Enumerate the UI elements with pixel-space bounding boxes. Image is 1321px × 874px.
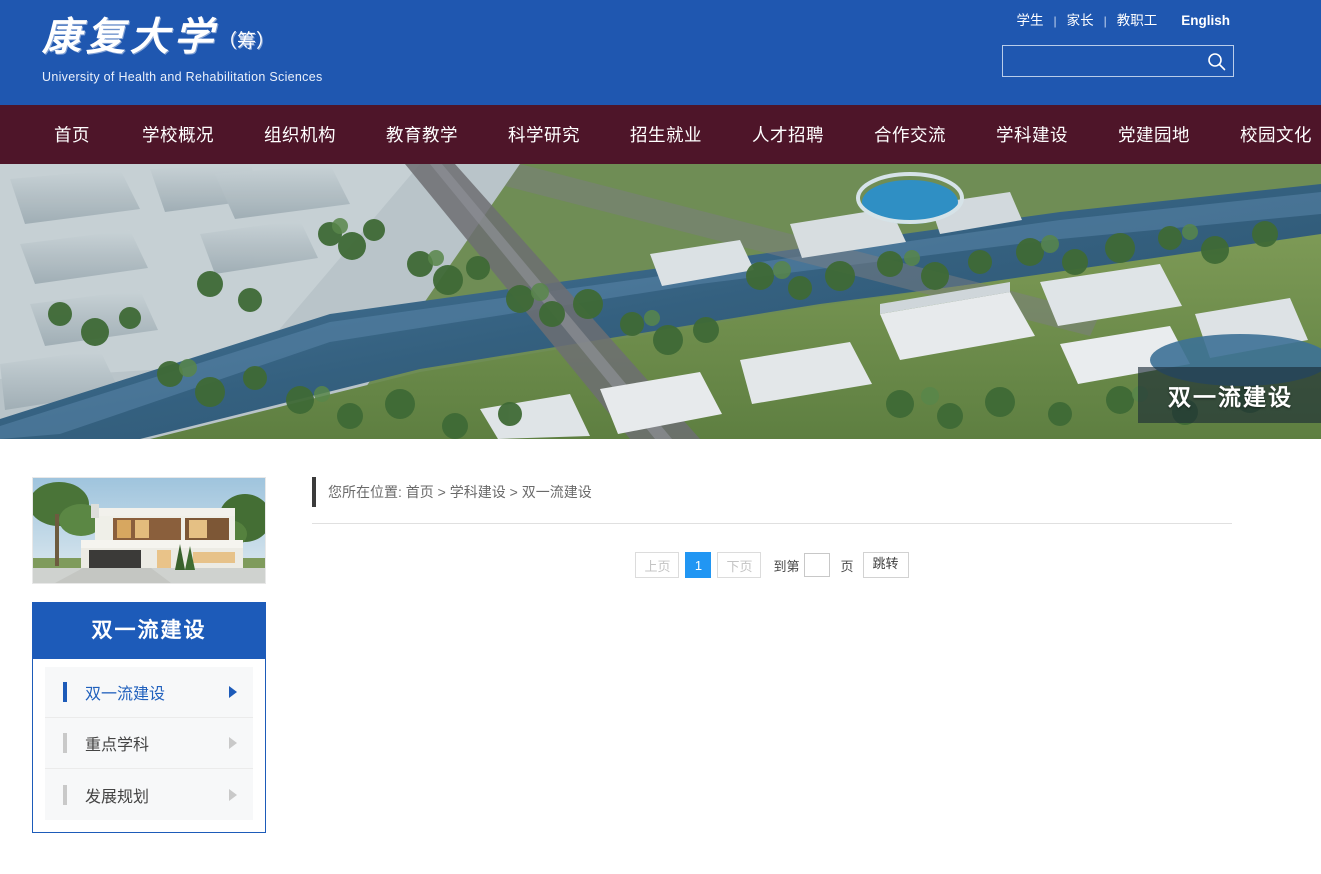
logo-cn-paren: （筹）	[218, 31, 275, 52]
sidebar-panel: 双一流建设 双一流建设 重点学科 发展规划	[32, 602, 266, 833]
chevron-right-icon	[229, 737, 237, 749]
nav-item-discipline[interactable]: 学科建设	[990, 118, 1074, 151]
top-link-parent[interactable]: 家长	[1064, 13, 1097, 28]
nav-item-campus-culture[interactable]: 校园文化	[1234, 118, 1318, 151]
banner-tag-label: 双一流建设	[1138, 367, 1321, 423]
chevron-right-icon	[229, 789, 237, 801]
breadcrumb-divider	[312, 523, 1232, 524]
search-box[interactable]	[1002, 45, 1234, 77]
sidebar-item-label: 双一流建设	[85, 680, 229, 704]
sidebar-photo	[32, 477, 266, 584]
nav-item-education[interactable]: 教育教学	[380, 118, 464, 151]
nav-item-organization[interactable]: 组织机构	[258, 118, 342, 151]
next-page-button[interactable]: 下页	[717, 552, 761, 578]
nav-item-home[interactable]: 首页	[48, 118, 96, 151]
nav-item-cooperation[interactable]: 合作交流	[868, 118, 952, 151]
main-navigation: 首页 学校概况 组织机构 教育教学 科学研究 招生就业 人才招聘 合作交流 学科…	[0, 105, 1321, 164]
sidebar-title: 双一流建设	[33, 603, 265, 659]
top-link-english[interactable]: English	[1178, 13, 1233, 28]
sidebar-item-label: 发展规划	[85, 783, 229, 807]
top-link-faculty[interactable]: 教职工	[1114, 13, 1161, 28]
logo-english-name: University of Health and Rehabilitation …	[42, 70, 323, 84]
indicator-bar	[63, 785, 67, 805]
top-links: 学生|家长|教职工English	[1013, 9, 1233, 29]
page-number-1[interactable]: 1	[685, 552, 711, 578]
nav-item-school-overview[interactable]: 学校概况	[136, 118, 220, 151]
sidebar-item-shuangyiliu[interactable]: 双一流建设	[45, 667, 253, 718]
indicator-bar	[63, 733, 67, 753]
prev-page-button[interactable]: 上页	[635, 552, 679, 578]
goto-prefix-label: 到第	[773, 556, 799, 575]
sidebar-item-fazhanguihua[interactable]: 发展规划	[45, 769, 253, 820]
logo-chinese-name: 康复大学（筹）	[42, 14, 323, 66]
sidebar-item-label: 重点学科	[85, 731, 229, 755]
nav-item-research[interactable]: 科学研究	[502, 118, 586, 151]
goto-suffix-label: 页	[840, 556, 853, 575]
banner: 双一流建设	[0, 164, 1321, 439]
sidebar: 双一流建设 双一流建设 重点学科 发展规划	[32, 477, 266, 833]
top-link-separator-1: |	[1046, 14, 1063, 28]
nav-item-recruitment[interactable]: 人才招聘	[746, 118, 830, 151]
site-logo[interactable]: 康复大学（筹） University of Health and Rehabil…	[42, 14, 323, 84]
site-header: 康复大学（筹） University of Health and Rehabil…	[0, 0, 1321, 105]
nav-item-admissions[interactable]: 招生就业	[624, 118, 708, 151]
active-indicator-bar	[63, 682, 67, 702]
top-link-student[interactable]: 学生	[1013, 13, 1046, 28]
breadcrumb-text[interactable]: 您所在位置: 首页 > 学科建设 > 双一流建设	[328, 482, 592, 502]
sidebar-item-zhongdianxueke[interactable]: 重点学科	[45, 718, 253, 769]
pagination: 上页 1 下页 到第 页 跳转	[312, 552, 1232, 578]
sidebar-menu: 双一流建设 重点学科 发展规划	[33, 659, 265, 832]
search-input[interactable]	[1003, 46, 1199, 76]
content-area: 您所在位置: 首页 > 学科建设 > 双一流建设 上页 1 下页 到第 页 跳转	[312, 477, 1232, 578]
main-content: 双一流建设 双一流建设 重点学科 发展规划	[0, 439, 1321, 874]
goto-button[interactable]: 跳转	[863, 552, 909, 578]
logo-cn-main: 康复大学	[42, 16, 218, 59]
nav-item-party-building[interactable]: 党建园地	[1112, 118, 1196, 151]
banner-image	[0, 164, 1321, 439]
breadcrumb: 您所在位置: 首页 > 学科建设 > 双一流建设	[312, 477, 1232, 507]
search-icon[interactable]	[1199, 46, 1233, 76]
goto-page-input[interactable]	[804, 553, 830, 577]
chevron-right-icon	[229, 686, 237, 698]
top-link-separator-2: |	[1097, 14, 1114, 28]
modern-house-image	[33, 478, 265, 583]
